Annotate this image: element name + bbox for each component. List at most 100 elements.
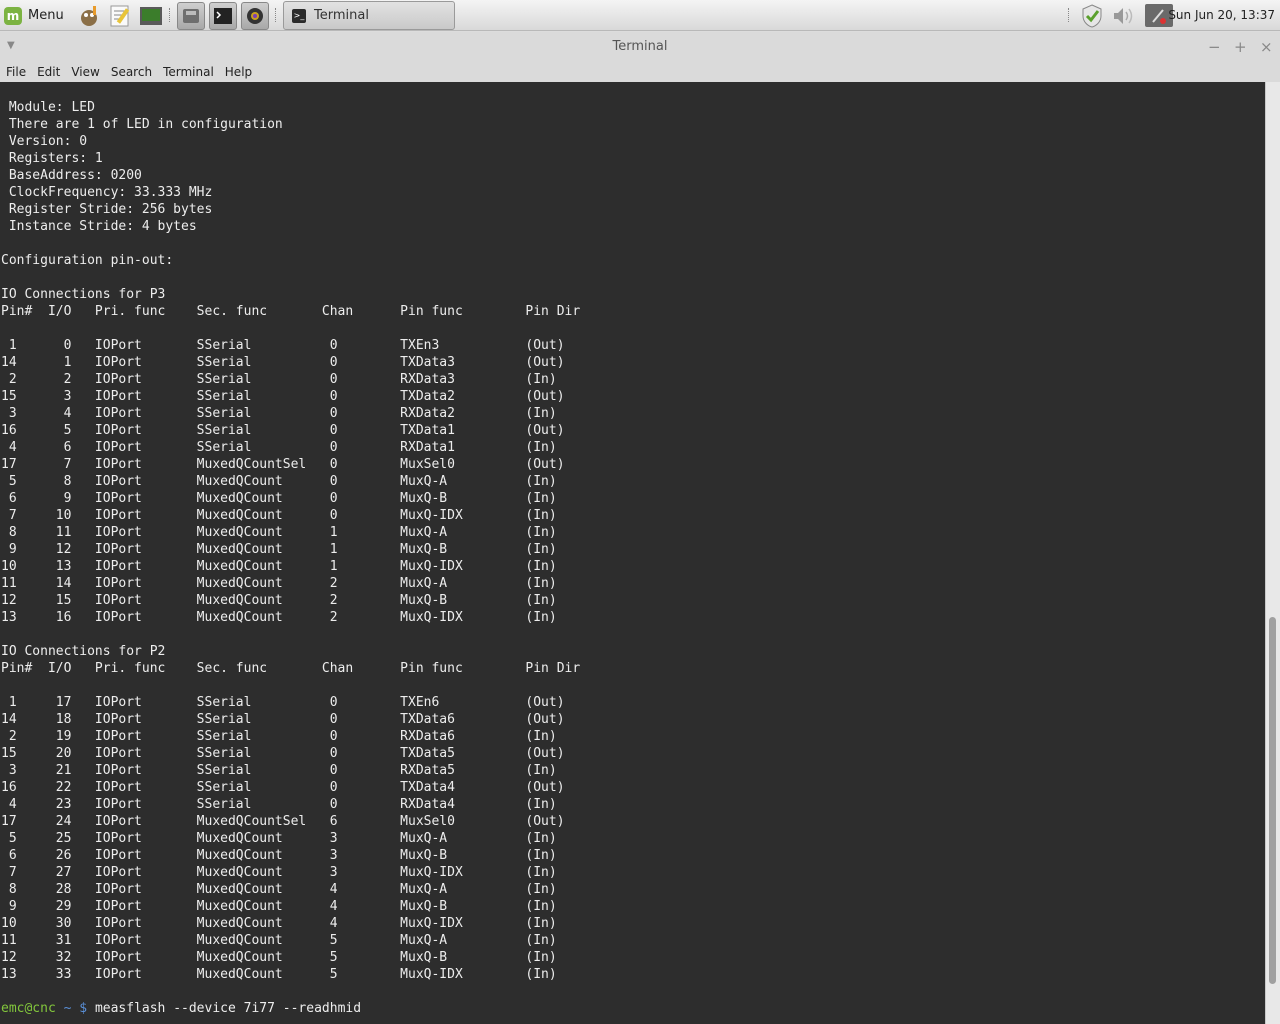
menu-button[interactable]: m Menu [4, 4, 64, 27]
taskbar-item-terminal[interactable]: >_ Terminal [283, 1, 455, 30]
window-title: Terminal [612, 39, 668, 54]
terminal-output: Module: LED There are 1 of LED in config… [1, 99, 580, 1017]
terminal-line: 7 27 IOPort MuxedQCount 3 MuxQ-IDX (In) [1, 865, 557, 880]
terminal-line: 7 10 IOPort MuxedQCount 0 MuxQ-IDX (In) [1, 508, 557, 523]
terminal-view[interactable]: Module: LED There are 1 of LED in config… [0, 82, 1265, 1024]
menu-edit[interactable]: Edit [31, 65, 65, 79]
terminal-line: 3 21 IOPort SSerial 0 RXData5 (In) [1, 763, 557, 778]
text-editor-launcher[interactable] [106, 2, 134, 30]
volume-icon [1114, 7, 1133, 24]
terminal-line: 16 22 IOPort SSerial 0 TXData4 (Out) [1, 780, 565, 795]
terminal-line: 9 29 IOPort MuxedQCount 4 MuxQ-B (In) [1, 899, 557, 914]
panel-separator [169, 8, 172, 22]
taskbar-item-label: Terminal [314, 8, 369, 23]
terminal-line: Pin# I/O Pri. func Sec. func Chan Pin fu… [1, 304, 581, 319]
terminal-line: ClockFrequency: 33.333 MHz [1, 185, 213, 200]
terminal-line: Version: 0 [1, 134, 88, 149]
close-button[interactable]: × [1260, 38, 1273, 56]
terminal-line: 17 24 IOPort MuxedQCountSel 6 MuxSel0 (O… [1, 814, 565, 829]
terminal-prompt-line: emc@cnc ~ $ measflash --device 7i77 --re… [1, 1000, 580, 1017]
menubar: File Edit View Search Terminal Help [0, 62, 1280, 82]
menu-file[interactable]: File [0, 65, 31, 79]
terminal-line: 5 25 IOPort MuxedQCount 3 MuxQ-A (In) [1, 831, 557, 846]
terminal-task-icon: >_ [292, 8, 306, 23]
terminal-scrollbar[interactable] [1265, 82, 1280, 1024]
panel-separator [275, 8, 278, 22]
update-manager-tray[interactable] [1078, 3, 1106, 28]
volume-tray[interactable] [1110, 4, 1138, 27]
prompt-command: measflash --device 7i77 --readhmid [94, 1001, 362, 1016]
terminal-line: 1 17 IOPort SSerial 0 TXEn6 (Out) [1, 695, 565, 710]
terminal-line: BaseAddress: 0200 [1, 168, 142, 183]
terminal-line: Module: LED [1, 100, 95, 115]
terminal-line: 5 8 IOPort MuxedQCount 0 MuxQ-A (In) [1, 474, 557, 489]
terminal-line: 14 1 IOPort SSerial 0 TXData3 (Out) [1, 355, 565, 370]
panel-separator [1068, 8, 1071, 22]
menu-label: Menu [28, 8, 64, 23]
terminal-line: Registers: 1 [1, 151, 103, 166]
terminal-line: 11 14 IOPort MuxedQCount 2 MuxQ-A (In) [1, 576, 557, 591]
terminal-line: 9 12 IOPort MuxedQCount 1 MuxQ-B (In) [1, 542, 557, 557]
minimize-button[interactable]: − [1208, 38, 1221, 56]
terminal-line: 14 18 IOPort SSerial 0 TXData6 (Out) [1, 712, 565, 727]
terminal-line: 2 2 IOPort SSerial 0 RXData3 (In) [1, 372, 557, 387]
terminal-line: 17 7 IOPort MuxedQCountSel 0 MuxSel0 (Ou… [1, 457, 565, 472]
network-disconnected-icon [1152, 8, 1166, 24]
terminal-icon [214, 8, 232, 24]
terminal-line: 15 3 IOPort SSerial 0 TXData2 (Out) [1, 389, 565, 404]
terminal-line: 6 26 IOPort MuxedQCount 3 MuxQ-B (In) [1, 848, 557, 863]
text-editor-icon [110, 5, 130, 27]
system-monitor-launcher[interactable] [137, 2, 165, 30]
disk-icon [183, 9, 199, 23]
prompt-user-host: emc@cnc [1, 1001, 56, 1016]
terminal-line: IO Connections for P2 [1, 644, 166, 659]
camera-launcher[interactable] [241, 2, 269, 30]
terminal-line: 13 33 IOPort MuxedQCount 5 MuxQ-IDX (In) [1, 967, 557, 982]
terminal-line: 11 31 IOPort MuxedQCount 5 MuxQ-A (In) [1, 933, 557, 948]
terminal-line: Configuration pin-out: [1, 253, 174, 268]
maximize-button[interactable]: + [1234, 38, 1247, 56]
terminal-line: 4 6 IOPort SSerial 0 RXData1 (In) [1, 440, 557, 455]
menu-search[interactable]: Search [105, 65, 157, 79]
prompt-path: ~ $ [55, 1001, 95, 1016]
menu-view[interactable]: View [65, 65, 104, 79]
terminal-launcher[interactable] [209, 2, 237, 30]
camera-icon [247, 8, 263, 24]
terminal-line: 3 4 IOPort SSerial 0 RXData2 (In) [1, 406, 557, 421]
terminal-line: 15 20 IOPort SSerial 0 TXData5 (Out) [1, 746, 565, 761]
top-panel: m Menu >_ Terminal Sun Jun 20, 13:37 [0, 0, 1280, 31]
disk-launcher[interactable] [177, 2, 205, 30]
window-titlebar[interactable]: ▼ Terminal − + × [0, 32, 1280, 62]
terminal-line: 10 13 IOPort MuxedQCount 1 MuxQ-IDX (In) [1, 559, 557, 574]
terminal-line: There are 1 of LED in configuration [1, 117, 283, 132]
terminal-line: 10 30 IOPort MuxedQCount 4 MuxQ-IDX (In) [1, 916, 557, 931]
gimp-icon [81, 6, 97, 26]
terminal-line: Instance Stride: 4 bytes [1, 219, 197, 234]
linux-mint-icon: m [4, 6, 22, 25]
panel-clock[interactable]: Sun Jun 20, 13:37 [1168, 0, 1275, 31]
terminal-line: 13 16 IOPort MuxedQCount 2 MuxQ-IDX (In) [1, 610, 557, 625]
shield-check-icon [1082, 3, 1102, 28]
terminal-line: 8 11 IOPort MuxedQCount 1 MuxQ-A (In) [1, 525, 557, 540]
terminal-line: 4 23 IOPort SSerial 0 RXData4 (In) [1, 797, 557, 812]
gimp-launcher[interactable] [75, 2, 103, 30]
terminal-line: 2 19 IOPort SSerial 0 RXData6 (In) [1, 729, 557, 744]
terminal-line: Pin# I/O Pri. func Sec. func Chan Pin fu… [1, 661, 581, 676]
terminal-line: 8 28 IOPort MuxedQCount 4 MuxQ-A (In) [1, 882, 557, 897]
menu-terminal[interactable]: Terminal [157, 65, 219, 79]
system-monitor-icon [140, 7, 162, 25]
menu-help[interactable]: Help [219, 65, 257, 79]
terminal-line: IO Connections for P3 [1, 287, 166, 302]
terminal-line: 12 15 IOPort MuxedQCount 2 MuxQ-B (In) [1, 593, 557, 608]
scrollbar-thumb[interactable] [1269, 617, 1276, 984]
terminal-line: 12 32 IOPort MuxedQCount 5 MuxQ-B (In) [1, 950, 557, 965]
terminal-line: 16 5 IOPort SSerial 0 TXData1 (Out) [1, 423, 565, 438]
terminal-line: 1 0 IOPort SSerial 0 TXEn3 (Out) [1, 338, 565, 353]
terminal-line: 6 9 IOPort MuxedQCount 0 MuxQ-B (In) [1, 491, 557, 506]
